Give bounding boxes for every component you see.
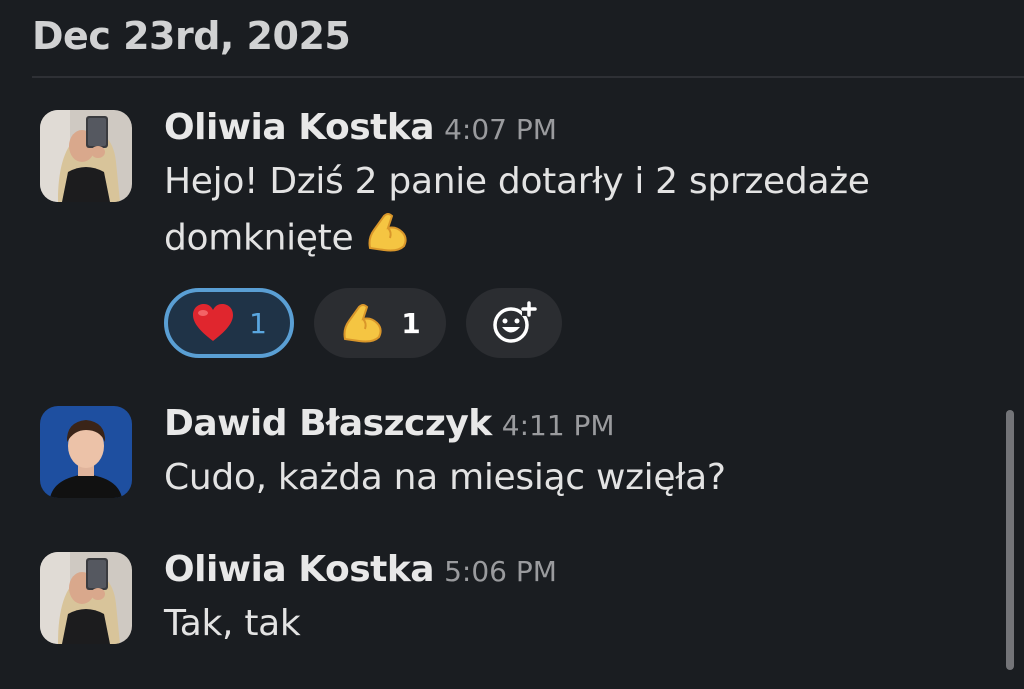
reaction-heart[interactable]: 1 [164,288,294,358]
flexed-biceps-emoji [339,299,387,347]
author-name[interactable]: Oliwia Kostka [164,549,435,590]
flexed-biceps-emoji [364,208,412,271]
message[interactable]: Oliwia Kostka 4:07 PM Hejo! Dziś 2 panie … [40,110,1004,370]
reaction-flexed-biceps[interactable]: 1 [314,288,446,358]
message-text: Cudo, każda na miesiąc wzięła? [164,457,726,498]
avatar[interactable] [40,552,132,644]
avatar-photo-icon [40,110,132,202]
message-text-body: Hejo! Dziś 2 panie dotarły i 2 sprzedaże… [164,161,870,259]
avatar[interactable] [40,110,132,202]
avatar-photo-icon [40,406,132,498]
scrollbar[interactable] [1006,410,1014,670]
reaction-count: 1 [249,306,267,340]
message-text: Tak, tak [164,603,301,644]
author-name[interactable]: Dawid Błaszczyk [164,403,492,444]
timestamp[interactable]: 4:07 PM [444,113,557,146]
message-text: Hejo! Dziś 2 panie dotarły i 2 sprzedaże… [164,156,1004,271]
date-header: Dec 23rd, 2025 [32,14,351,58]
avatar-photo-icon [40,552,132,644]
reaction-count: 1 [401,306,421,340]
avatar[interactable] [40,406,132,498]
date-divider [32,76,1024,78]
add-reaction-icon [489,298,539,348]
timestamp[interactable]: 5:06 PM [444,555,557,588]
message[interactable]: Dawid Błaszczyk 4:11 PM Cudo, każda na mi… [40,406,1004,506]
timestamp[interactable]: 4:11 PM [502,409,615,442]
message[interactable]: Oliwia Kostka 5:06 PM Tak, tak [40,552,1004,652]
heart-emoji [191,303,235,343]
author-name[interactable]: Oliwia Kostka [164,107,435,148]
reactions-bar: 1 1 [164,288,562,358]
add-reaction-button[interactable] [466,288,562,358]
